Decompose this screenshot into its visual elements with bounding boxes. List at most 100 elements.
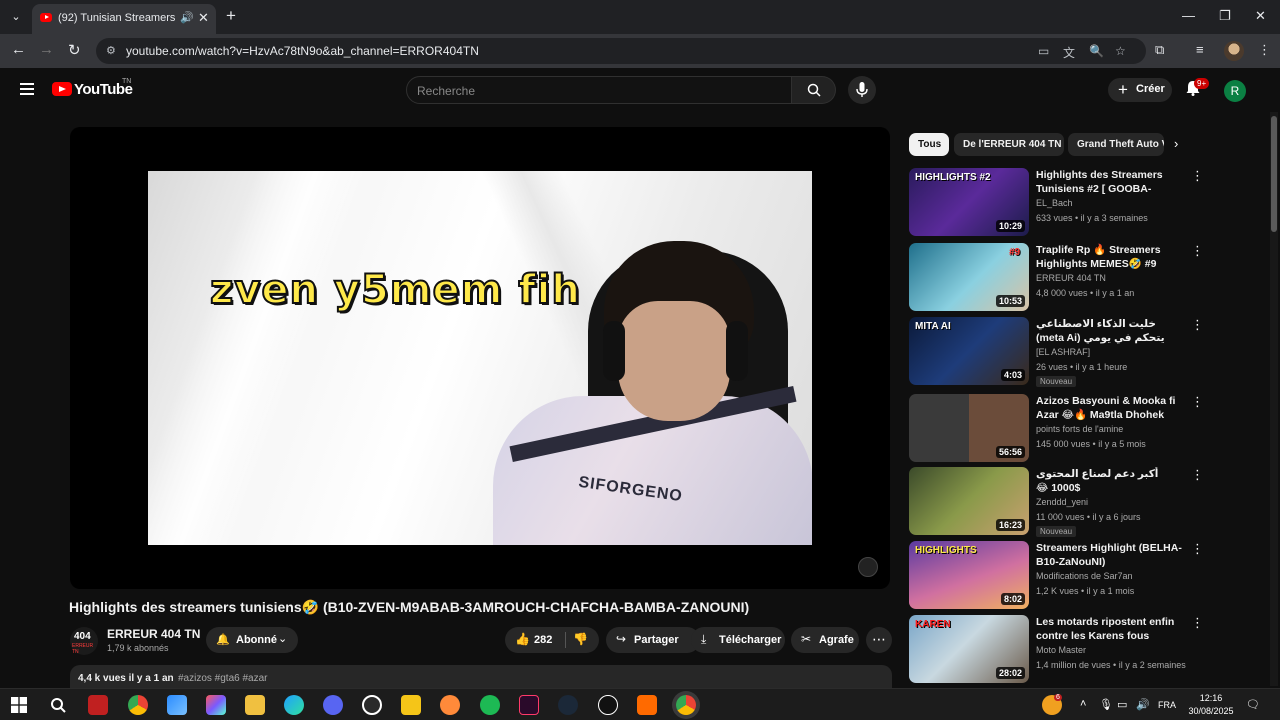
download-button[interactable]: ⤓ Télécharger: [691, 627, 785, 653]
valorant-icon[interactable]: [519, 695, 539, 715]
voice-search-button[interactable]: [848, 76, 876, 104]
recommendation-channel[interactable]: Zenddd_yeni: [1036, 497, 1088, 507]
video-thumbnail[interactable]: HIGHLIGHTS 8:02: [909, 541, 1029, 609]
video-thumbnail[interactable]: KAREN 28:02: [909, 615, 1029, 683]
tab-audio-icon[interactable]: 🔊: [180, 11, 194, 24]
chip-all[interactable]: Tous: [909, 133, 949, 156]
edge-icon[interactable]: [284, 695, 304, 715]
site-info-icon[interactable]: ⚙: [106, 44, 116, 57]
bookmark-star-icon[interactable]: ☆: [1115, 44, 1126, 58]
zoom-icon[interactable]: 🔍: [1089, 44, 1104, 58]
windows-start-icon[interactable]: [11, 697, 27, 713]
recommendation-item[interactable]: MITA AI 4:03 خليت الذكاء الاصطناعي يتحكم…: [909, 317, 1269, 387]
video-thumbnail[interactable]: MITA AI 4:03: [909, 317, 1029, 385]
recommendation-channel[interactable]: EL_Bach: [1036, 198, 1073, 208]
browser-tab-active[interactable]: (92) Tunisian Streamers Highlights 🔊 ✕: [32, 4, 216, 34]
address-bar[interactable]: ⚙ youtube.com/watch?v=HzvAc78tN9o&ab_cha…: [96, 38, 1146, 64]
tray-chevron-icon[interactable]: ˄: [1080, 698, 1086, 710]
recommendation-title[interactable]: أكبر دعم لصناع المحتوى $1000 😂: [1036, 467, 1184, 495]
chrome-active-icon[interactable]: [676, 695, 696, 715]
tab-close-icon[interactable]: ✕: [198, 10, 209, 26]
kebab-menu-icon[interactable]: ⋮: [1191, 467, 1204, 483]
recommendation-item[interactable]: 56:56 Azizos Basyouni & Mooka fi Azar 😂🔥…: [909, 394, 1269, 462]
recommendation-item[interactable]: 16:23 أكبر دعم لصناع المحتوى $1000 😂 Zen…: [909, 467, 1269, 537]
video-player[interactable]: SIFORGENO zven y5mem fih: [70, 127, 890, 589]
new-tab-button[interactable]: +: [226, 6, 236, 26]
channel-watermark-icon[interactable]: [858, 557, 878, 577]
recommendation-item[interactable]: HIGHLIGHTS #2 10:29 Highlights des Strea…: [909, 168, 1269, 236]
kebab-menu-icon[interactable]: ⋮: [1191, 541, 1204, 557]
search-button[interactable]: [792, 76, 836, 104]
forward-arrow-icon[interactable]: →: [39, 41, 54, 58]
subscribed-button[interactable]: 🔔 Abonné ⌄: [206, 627, 298, 653]
channel-avatar[interactable]: 404 ERREUR TN: [70, 627, 98, 655]
kebab-menu-icon[interactable]: ⋮: [1191, 243, 1204, 259]
video-thumbnail[interactable]: #9 10:53: [909, 243, 1029, 311]
recommendation-title[interactable]: Streamers Highlight (BELHA-B10-ZaNouNI): [1036, 541, 1184, 569]
recommendation-title[interactable]: Highlights des Streamers Tunisiens #2 [ …: [1036, 168, 1184, 196]
tray-mic-icon[interactable]: 🎙: [1099, 698, 1113, 711]
channel-name[interactable]: ERREUR 404 TN: [107, 627, 200, 641]
chip-gta-v[interactable]: Grand Theft Auto V: [1068, 133, 1164, 156]
more-actions-button[interactable]: ⋯: [866, 627, 892, 653]
steam-icon[interactable]: [558, 695, 578, 715]
tray-network-icon[interactable]: ▭: [1117, 698, 1127, 711]
clip-button[interactable]: ✂ Agrafe: [791, 627, 859, 653]
translate-icon[interactable]: 文: [1063, 44, 1075, 61]
address-url[interactable]: youtube.com/watch?v=HzvAc78tN9o&ab_chann…: [126, 44, 479, 58]
kebab-menu-icon[interactable]: ⋮: [1191, 168, 1204, 184]
kebab-menu-icon[interactable]: ⋮: [1191, 394, 1204, 410]
rockstar-icon[interactable]: [401, 695, 421, 715]
video-frame[interactable]: SIFORGENO zven y5mem fih: [148, 171, 812, 545]
spotify-icon[interactable]: [480, 695, 500, 715]
cast-icon[interactable]: ▭: [1038, 44, 1049, 58]
file-explorer-icon[interactable]: [245, 695, 265, 715]
window-close-button[interactable]: ✕: [1255, 8, 1266, 24]
reload-icon[interactable]: ↻: [68, 41, 81, 59]
browser-menu-icon[interactable]: ⋮: [1258, 42, 1271, 58]
youtube-logo-icon[interactable]: [52, 82, 72, 96]
search-input[interactable]: [417, 82, 777, 99]
account-avatar[interactable]: R: [1224, 80, 1246, 102]
create-button[interactable]: + Créer: [1108, 78, 1172, 102]
share-button[interactable]: ↪ Partager: [606, 627, 700, 653]
tab-search-icon[interactable]: ⌄: [6, 7, 26, 27]
hamburger-menu-icon[interactable]: [20, 83, 34, 95]
recommendation-title[interactable]: خليت الذكاء الاصطناعي يتحكم في يومي (met…: [1036, 317, 1184, 345]
copilot-icon[interactable]: [206, 695, 226, 715]
video-thumbnail[interactable]: HIGHLIGHTS #2 10:29: [909, 168, 1029, 236]
window-minimize-button[interactable]: —: [1182, 8, 1195, 23]
chevron-right-icon[interactable]: ›: [1174, 136, 1178, 151]
store-icon[interactable]: [167, 695, 187, 715]
recommendation-channel[interactable]: Moto Master: [1036, 645, 1086, 655]
recommendation-channel[interactable]: Modifications de Sar7an: [1036, 571, 1133, 581]
thumbs-up-icon[interactable]: 👍: [515, 632, 530, 646]
hashtags[interactable]: #azizos #gta6 #azar: [178, 673, 268, 684]
recommendation-item[interactable]: KAREN 28:02 Les motards ripostent enfin …: [909, 615, 1269, 683]
search-box[interactable]: [406, 76, 792, 104]
extensions-icon[interactable]: ⧉: [1155, 42, 1164, 58]
app-swirl-icon[interactable]: [440, 695, 460, 715]
window-maximize-button[interactable]: ❐: [1219, 8, 1231, 24]
recommendation-title[interactable]: Azizos Basyouni & Mooka fi Azar 😂🔥 Ma9tl…: [1036, 394, 1184, 422]
app-icon[interactable]: [88, 695, 108, 715]
video-thumbnail[interactable]: 56:56: [909, 394, 1029, 462]
like-count[interactable]: 282: [534, 634, 552, 646]
input-language[interactable]: FRA: [1158, 700, 1176, 710]
recommendation-item[interactable]: #9 10:53 Traplife Rp 🔥 Streamers Highlig…: [909, 243, 1269, 311]
thumbs-down-icon[interactable]: 👎: [573, 632, 588, 646]
taskbar-search-icon[interactable]: [50, 697, 66, 713]
obs-icon[interactable]: [362, 695, 382, 715]
chrome-icon[interactable]: [128, 695, 148, 715]
chip-from-channel[interactable]: De l'ERREUR 404 TN: [954, 133, 1064, 156]
recommendation-channel[interactable]: points forts de l'amine: [1036, 424, 1123, 434]
kebab-menu-icon[interactable]: ⋮: [1191, 317, 1204, 333]
kebab-menu-icon[interactable]: ⋮: [1191, 615, 1204, 631]
recommendation-title[interactable]: Les motards ripostent enfin contre les K…: [1036, 615, 1184, 643]
taskbar-clock[interactable]: 12:16 30/08/2025: [1186, 692, 1236, 718]
media-control-icon[interactable]: ≡: [1196, 42, 1204, 57]
browser-profile-avatar[interactable]: [1224, 41, 1244, 61]
video-thumbnail[interactable]: 16:23: [909, 467, 1029, 535]
app-icon[interactable]: [598, 695, 618, 715]
recommendation-title[interactable]: Traplife Rp 🔥 Streamers Highlights MEMES…: [1036, 243, 1184, 271]
